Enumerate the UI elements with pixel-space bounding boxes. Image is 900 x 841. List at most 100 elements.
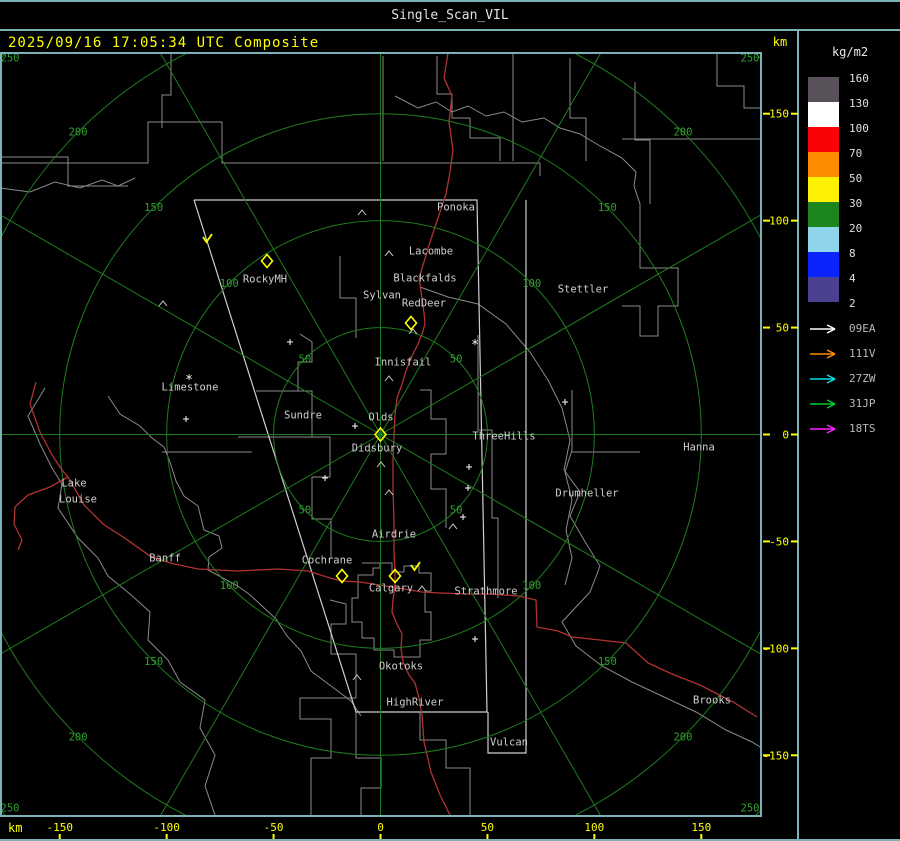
site-arrow-icon — [810, 324, 836, 334]
right-axis-tick — [763, 540, 770, 543]
right-axis-tick — [791, 326, 798, 329]
right-axis-tick-label: 100 — [769, 215, 789, 228]
scan-timestamp: 2025/09/16 17:05:34 UTC Composite — [8, 35, 320, 51]
caret-marker — [158, 300, 168, 307]
right-axis-tick — [763, 647, 770, 650]
legend-scale-value: 130 — [849, 97, 869, 110]
ring-distance-label: 50 — [450, 505, 463, 517]
city-label: Sundre — [284, 410, 322, 422]
ring-distance-label: 100 — [522, 278, 541, 290]
caret-marker — [448, 523, 458, 530]
site-id-label: 09EA — [849, 322, 876, 335]
ring-distance-label: 100 — [220, 580, 239, 592]
ring-distance-label: 150 — [598, 656, 617, 668]
caret-marker — [384, 250, 394, 257]
ring-distance-label: 150 — [598, 202, 617, 214]
city-label: Vulcan — [490, 737, 528, 749]
city-label: Lake — [61, 478, 86, 490]
city-label: Blackfalds — [393, 273, 456, 285]
right-axis-tick — [791, 754, 798, 757]
legend-scale-value: 160 — [849, 72, 869, 85]
bottom-axis-tick-label: 100 — [584, 821, 604, 834]
city-label: Innisfail — [375, 357, 432, 369]
caret-marker — [417, 585, 427, 592]
legend-scale-value: 20 — [849, 222, 863, 235]
legend-scale-value: 100 — [849, 122, 869, 135]
legend-scale-value: 4 — [849, 272, 856, 285]
ring-distance-label: 50 — [299, 505, 312, 517]
city-label: Drumheller — [555, 488, 618, 500]
site-arrow-icon — [810, 399, 836, 409]
boundary-line — [339, 256, 357, 338]
legend-panel: kg/m2 160 130 100 70 50 30 20 8 4 2 09EA 111V 27ZW 3… — [800, 31, 900, 839]
legend-scale-value: 70 — [849, 147, 863, 160]
right-axis-tick — [791, 112, 798, 115]
bottom-axis-unit-label: km — [8, 821, 22, 835]
site-id-label: 18TS — [849, 422, 876, 435]
city-label: ThreeHills — [472, 431, 535, 443]
ring-distance-label: 250 — [1, 53, 20, 65]
caret-marker — [384, 489, 394, 496]
boundary-line — [419, 712, 471, 815]
city-label: Limestone — [162, 382, 219, 394]
city-label: Louise — [59, 494, 97, 506]
radar-map[interactable]: 50 50 50 50 100 100 100 100 150 150 150 150 200 200 20… — [0, 0, 799, 841]
boundary-line — [622, 204, 679, 337]
caret-marker — [352, 674, 362, 681]
bottom-axis-tick-label: 50 — [481, 821, 494, 834]
site-arrow-icon — [810, 424, 836, 434]
boundary-line — [355, 712, 382, 815]
site-id-label: 27ZW — [849, 372, 876, 385]
bottom-axis-tick-label: 0 — [377, 821, 384, 834]
ring-distance-label: 50 — [299, 353, 312, 365]
legend-scale-value: 30 — [849, 197, 863, 210]
right-axis-tick — [763, 326, 770, 329]
city-label: Strathmore — [454, 586, 517, 598]
caret-marker — [357, 209, 367, 216]
right-axis-tick — [763, 754, 770, 757]
right-axis-unit-label: km — [772, 35, 788, 49]
legend-color-swatch — [808, 202, 839, 227]
right-axis-tick-label: 150 — [769, 108, 789, 121]
asterisk-marker: * — [471, 338, 479, 353]
legend-color-swatch — [808, 177, 839, 202]
legend-color-swatch — [808, 77, 839, 102]
radar-site-diamond-icon — [404, 315, 418, 331]
city-label: RedDeer — [402, 298, 446, 310]
legend-scale-value: 8 — [849, 247, 856, 260]
site-id-label: 31JP — [849, 397, 876, 410]
right-axis-tick — [763, 112, 770, 115]
right-axis-tick — [763, 433, 770, 436]
legend-color-swatch — [808, 127, 839, 152]
ring-distance-label: 150 — [144, 202, 163, 214]
boundary-line — [419, 286, 760, 748]
city-label: HighRiver — [387, 697, 444, 709]
map-layers: 50 50 50 50 100 100 100 100 150 150 150 150 200 200 20… — [1, 53, 760, 815]
bottom-axis-tick-label: -50 — [264, 821, 284, 834]
city-label: Airdrie — [372, 529, 416, 541]
legend-color-swatch — [808, 227, 839, 252]
highway-line — [13, 476, 69, 551]
right-axis-tick — [791, 540, 798, 543]
right-axis-tick-label: 0 — [782, 429, 789, 442]
city-label: Brooks — [693, 695, 731, 707]
ring-distance-label: 200 — [69, 127, 88, 139]
legend-color-swatch — [808, 277, 839, 302]
right-axis-tick-label: -50 — [769, 535, 789, 548]
boundary-line — [299, 599, 357, 815]
azimuth-line — [380, 54, 601, 435]
right-axis-tick — [791, 433, 798, 436]
right-axis-tick — [791, 219, 798, 222]
ring-distance-label: 250 — [1, 803, 20, 815]
right-axis-tick — [763, 219, 770, 222]
checkmark-marker-icon — [202, 233, 213, 244]
bottom-axis-tick-label: -150 — [46, 821, 73, 834]
city-label: Hanna — [683, 442, 715, 454]
radar-site-diamond-icon — [260, 253, 274, 269]
city-label: Okotoks — [379, 661, 423, 673]
legend-unit-label: kg/m2 — [831, 45, 869, 59]
legend-scale-value: 50 — [849, 172, 863, 185]
ring-distance-label: 100 — [522, 580, 541, 592]
city-label: RockyMH — [243, 274, 287, 286]
ring-distance-label: 200 — [673, 731, 692, 743]
